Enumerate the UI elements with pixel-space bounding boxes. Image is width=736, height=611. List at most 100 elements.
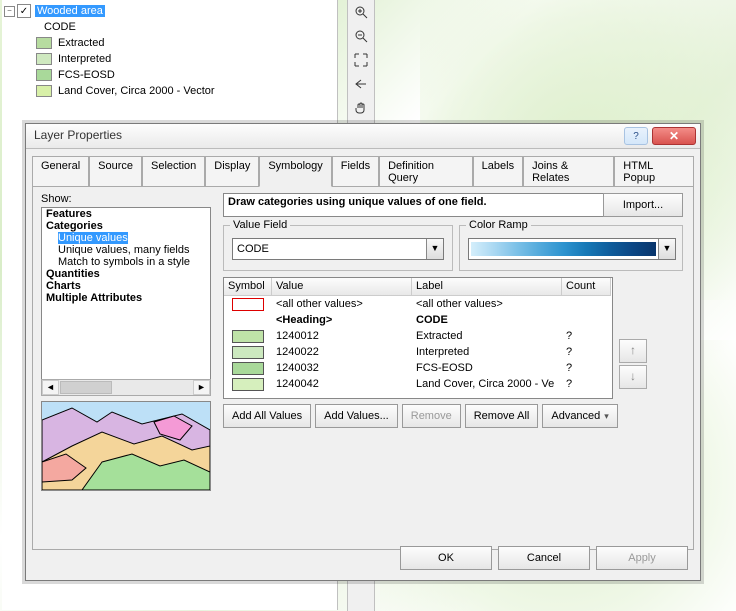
tab-htmlpopup[interactable]: HTML Popup xyxy=(614,156,694,187)
tab-defquery[interactable]: Definition Query xyxy=(379,156,473,187)
tab-symbology[interactable]: Symbology xyxy=(259,156,331,187)
row-label[interactable]: CODE xyxy=(412,314,562,326)
row-value[interactable]: <all other values> xyxy=(272,298,412,310)
ok-button[interactable]: OK xyxy=(400,546,492,570)
row-value[interactable]: 1240042 xyxy=(272,378,412,390)
value-field-combo[interactable]: CODE ▼ xyxy=(232,238,444,260)
legend-swatch xyxy=(36,53,52,65)
row-value[interactable]: <Heading> xyxy=(272,314,412,326)
value-field-value: CODE xyxy=(233,243,426,255)
tab-labels[interactable]: Labels xyxy=(473,156,523,187)
list-item-selected[interactable]: Unique values xyxy=(58,232,128,244)
layer-visibility-checkbox[interactable] xyxy=(17,4,31,18)
col-label[interactable]: Label xyxy=(412,278,562,296)
symbols-grid[interactable]: Symbol Value Label Count <all other valu… xyxy=(223,277,613,399)
legend-swatch xyxy=(36,85,52,97)
col-count[interactable]: Count xyxy=(562,278,611,296)
zoom-in-icon[interactable] xyxy=(351,2,371,22)
toc-layer-row[interactable]: − Wooded area xyxy=(4,3,335,19)
table-row[interactable]: <all other values><all other values> xyxy=(224,296,612,312)
table-row[interactable]: 1240012Extracted? xyxy=(224,328,612,344)
move-down-button[interactable]: ↓ xyxy=(619,365,647,389)
tab-joins[interactable]: Joins & Relates xyxy=(523,156,614,187)
row-label[interactable]: Extracted xyxy=(412,330,562,342)
row-symbol[interactable] xyxy=(224,362,272,375)
tab-display[interactable]: Display xyxy=(205,156,259,187)
close-button[interactable]: ✕ xyxy=(652,127,696,145)
tab-selection[interactable]: Selection xyxy=(142,156,205,187)
col-value[interactable]: Value xyxy=(272,278,412,296)
table-row[interactable]: <Heading>CODE xyxy=(224,312,612,328)
scroll-thumb[interactable] xyxy=(60,381,112,394)
row-label[interactable]: Interpreted xyxy=(412,346,562,358)
row-count: ? xyxy=(562,346,611,358)
apply-button[interactable]: Apply xyxy=(596,546,688,570)
dialog-titlebar[interactable]: Layer Properties ? ✕ xyxy=(26,124,700,149)
dropdown-icon[interactable]: ▼ xyxy=(658,239,675,259)
reorder-buttons: ↑ ↓ xyxy=(619,277,649,391)
import-button[interactable]: Import... xyxy=(603,193,683,217)
toc-legend-row[interactable]: FCS-EOSD xyxy=(4,67,335,83)
symbol-swatch xyxy=(232,330,264,343)
list-item[interactable]: Quantities xyxy=(42,268,210,280)
toc-legend-row[interactable]: Interpreted xyxy=(4,51,335,67)
row-symbol[interactable] xyxy=(224,330,272,343)
list-item[interactable]: Charts xyxy=(42,280,210,292)
symbol-swatch xyxy=(232,378,264,391)
grid-header: Symbol Value Label Count xyxy=(224,278,612,296)
scroll-left-icon[interactable]: ◄ xyxy=(42,380,59,395)
layer-name[interactable]: Wooded area xyxy=(35,5,105,17)
prev-extent-icon[interactable] xyxy=(351,74,371,94)
row-symbol[interactable] xyxy=(224,298,272,311)
sample-map-preview xyxy=(41,401,211,491)
symbol-swatch xyxy=(232,362,264,375)
full-extent-icon[interactable] xyxy=(351,50,371,70)
legend-swatch xyxy=(36,37,52,49)
color-ramp-legend: Color Ramp xyxy=(466,219,531,231)
dialog-button-row: OK Cancel Apply xyxy=(400,546,688,570)
symbol-swatch xyxy=(232,346,264,359)
table-row[interactable]: 1240042Land Cover, Circa 2000 - Ve? xyxy=(224,376,612,392)
tab-fields[interactable]: Fields xyxy=(332,156,379,187)
toc-legend-row[interactable]: Extracted xyxy=(4,35,335,51)
layer-properties-dialog: Layer Properties ? ✕ General Source Sele… xyxy=(25,123,701,581)
list-item[interactable]: Features xyxy=(42,208,210,220)
toc-attr-row[interactable]: CODE xyxy=(4,19,335,35)
table-row[interactable]: 1240022Interpreted? xyxy=(224,344,612,360)
remove-all-button[interactable]: Remove All xyxy=(465,404,539,428)
advanced-button[interactable]: Advanced xyxy=(542,404,617,428)
row-label[interactable]: FCS-EOSD xyxy=(412,362,562,374)
row-value[interactable]: 1240032 xyxy=(272,362,412,374)
legend-swatch xyxy=(36,69,52,81)
row-symbol[interactable] xyxy=(224,346,272,359)
tab-source[interactable]: Source xyxy=(89,156,142,187)
dropdown-icon[interactable]: ▼ xyxy=(426,239,443,259)
row-value[interactable]: 1240022 xyxy=(272,346,412,358)
row-label[interactable]: Land Cover, Circa 2000 - Ve xyxy=(412,378,562,390)
list-item[interactable]: Multiple Attributes xyxy=(42,292,210,304)
list-item[interactable]: Categories xyxy=(42,220,210,232)
toc-legend-row[interactable]: Land Cover, Circa 2000 - Vector xyxy=(4,83,335,99)
scroll-right-icon[interactable]: ► xyxy=(193,380,210,395)
symbology-pane: Show: Features Categories Unique values … xyxy=(32,186,694,550)
collapse-icon[interactable]: − xyxy=(4,6,15,17)
renderer-type-list[interactable]: Features Categories Unique values Unique… xyxy=(41,207,211,381)
add-all-values-button[interactable]: Add All Values xyxy=(223,404,311,428)
list-hscrollbar[interactable]: ◄ ► xyxy=(41,379,211,396)
color-ramp-combo[interactable]: ▼ xyxy=(468,238,676,260)
help-button[interactable]: ? xyxy=(624,127,648,145)
remove-button[interactable]: Remove xyxy=(402,404,461,428)
pan-icon[interactable] xyxy=(351,98,371,118)
move-up-button[interactable]: ↑ xyxy=(619,339,647,363)
cancel-button[interactable]: Cancel xyxy=(498,546,590,570)
table-row[interactable]: 1240032FCS-EOSD? xyxy=(224,360,612,376)
tab-general[interactable]: General xyxy=(32,156,89,187)
col-symbol[interactable]: Symbol xyxy=(224,278,272,296)
add-values-button[interactable]: Add Values... xyxy=(315,404,398,428)
row-label[interactable]: <all other values> xyxy=(412,298,562,310)
list-item[interactable]: Unique values, many fields xyxy=(42,244,210,256)
list-item[interactable]: Match to symbols in a style xyxy=(42,256,210,268)
row-value[interactable]: 1240012 xyxy=(272,330,412,342)
row-symbol[interactable] xyxy=(224,378,272,391)
zoom-out-icon[interactable] xyxy=(351,26,371,46)
